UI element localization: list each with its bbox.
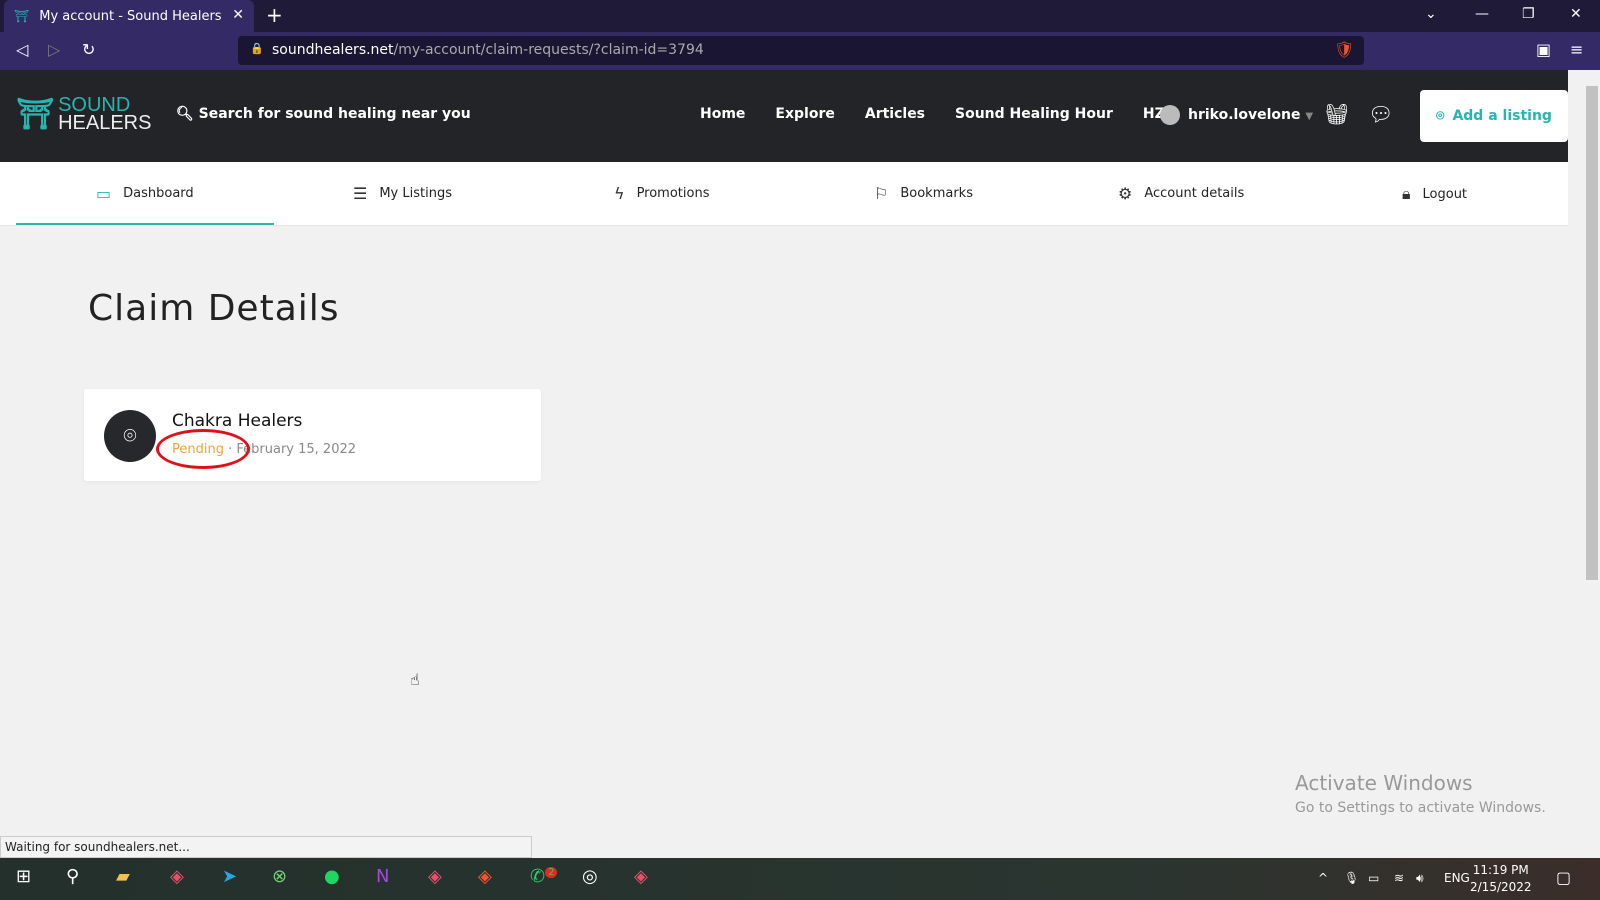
- user-menu[interactable]: hriko.lovelone ▼: [1160, 105, 1313, 125]
- brave-shield-icon[interactable]: 🛡: [1334, 40, 1354, 59]
- map-pin-icon: ⌾: [104, 410, 156, 462]
- file-explorer-icon[interactable]: ▰: [116, 866, 130, 887]
- status-bar: Waiting for soundhealers.net...: [0, 836, 532, 858]
- browser-menu-icon[interactable]: ≡: [1570, 40, 1583, 59]
- windows-start-icon[interactable]: ⊞: [16, 866, 31, 887]
- whatsapp-icon[interactable]: ✆ 2: [530, 866, 558, 887]
- minimize-button[interactable]: —: [1475, 6, 1489, 22]
- site-logo[interactable]: ⛩ SOUND HEALERS: [16, 95, 152, 134]
- browser-tab-bar: ⛩ My account - Sound Healers ✕ + ⌄ — ❐ ✕: [0, 0, 1600, 32]
- back-icon[interactable]: ◁: [16, 40, 28, 59]
- tab-label: Promotions: [636, 186, 710, 201]
- tab-logout[interactable]: 🔒︎ Logout: [1402, 184, 1467, 204]
- add-listing-button[interactable]: ⌾ Add a listing: [1420, 90, 1568, 142]
- new-tab-button[interactable]: +: [266, 3, 283, 27]
- scrollbar[interactable]: [1584, 70, 1600, 858]
- active-tab-indicator: [16, 223, 274, 225]
- search-icon: 🔍︎: [176, 106, 194, 122]
- volume-icon[interactable]: 🔊︎: [1416, 871, 1424, 886]
- search-icon[interactable]: ⚲: [66, 866, 79, 887]
- menu-sound-healing-hour[interactable]: Sound Healing Hour: [955, 106, 1113, 122]
- tab-label: Account details: [1144, 186, 1245, 201]
- laptop-icon: ▭: [96, 184, 112, 203]
- url-path: /my-account/claim-requests/?claim-id=379…: [393, 42, 704, 58]
- brave-icon[interactable]: ◈: [634, 866, 648, 887]
- clock-date: 2/15/2022: [1470, 880, 1532, 894]
- microphone-icon[interactable]: 🎙︎: [1344, 871, 1359, 885]
- taskbar: ⊞ ⚲ ▰ ◈ ➤ ⊗ ● N ◈ ◈ ✆ 2 ◎ ◈ ^ 🎙︎ ▭ ≋ 🔊︎ E…: [0, 858, 1600, 900]
- tab-bookmarks[interactable]: ⚐ Bookmarks: [874, 184, 973, 203]
- account-nav: ▭ Dashboard ☰ My Listings ϟ Promotions ⚐ Boo…: [0, 162, 1568, 226]
- xbox-icon[interactable]: ⊗: [272, 866, 287, 887]
- username: hriko.lovelone: [1188, 107, 1301, 123]
- notification-badge: 2: [545, 867, 558, 878]
- search-placeholder: Search for sound healing near you: [198, 106, 471, 122]
- cart-icon[interactable]: 🧺︎: [1324, 102, 1349, 126]
- chevron-down-icon: ▼: [1305, 111, 1314, 122]
- tab-account-details[interactable]: ⚙ Account details: [1118, 184, 1244, 203]
- onenote-icon[interactable]: N: [376, 866, 389, 887]
- tab-label: Logout: [1422, 186, 1468, 202]
- avatar: [1160, 105, 1180, 125]
- page-title: Claim Details: [88, 288, 340, 329]
- close-window-button[interactable]: ✕: [1570, 6, 1582, 22]
- tab-label: My Listings: [379, 186, 452, 201]
- brave-icon[interactable]: ◈: [428, 866, 442, 887]
- address-bar-row: ◁ ▷ ↻ 🔒 soundhealers.net/my-account/claim…: [0, 32, 1600, 70]
- activate-windows-title: Activate Windows: [1295, 771, 1473, 795]
- notifications-icon[interactable]: ▢: [1556, 868, 1571, 887]
- claim-card[interactable]: ⌾ Chakra Healers Pending · February 15, …: [84, 389, 541, 481]
- scrollbar-thumb[interactable]: [1586, 86, 1598, 580]
- site-favicon-icon: ⛩: [14, 9, 30, 23]
- brave-active-icon[interactable]: ◈: [478, 866, 492, 887]
- clock-time: 11:19 PM: [1472, 863, 1529, 877]
- browser-tab[interactable]: ⛩ My account - Sound Healers ✕: [4, 0, 254, 32]
- messages-icon[interactable]: 💬︎: [1368, 102, 1393, 126]
- spotify-icon[interactable]: ●: [324, 866, 340, 887]
- wallet-icon[interactable]: ▣: [1536, 40, 1551, 59]
- obs-icon[interactable]: ◎: [582, 866, 598, 887]
- chevron-up-icon[interactable]: ^: [1318, 871, 1328, 885]
- annotation-circle: [156, 429, 250, 469]
- reload-icon[interactable]: ↻: [82, 40, 95, 59]
- url-input[interactable]: 🔒 soundhealers.net/my-account/claim-reque…: [238, 36, 1364, 65]
- wifi-icon[interactable]: ≋: [1394, 871, 1404, 885]
- bolt-icon: ϟ: [614, 184, 625, 203]
- list-icon: ☰: [353, 184, 368, 203]
- hand-cursor-icon: ☝: [410, 670, 420, 689]
- tab-promotions[interactable]: ϟ Promotions: [614, 184, 709, 203]
- claim-listing-name[interactable]: Chakra Healers: [172, 411, 302, 431]
- claim-date: February 15, 2022: [236, 442, 357, 457]
- tab-label: Bookmarks: [900, 186, 973, 201]
- url-host: soundhealers.net: [272, 42, 394, 58]
- menu-articles[interactable]: Articles: [865, 106, 925, 122]
- brave-icon[interactable]: ◈: [170, 866, 184, 887]
- add-listing-label: Add a listing: [1452, 108, 1552, 124]
- tab-label: Dashboard: [123, 186, 194, 201]
- maximize-button[interactable]: ❐: [1522, 6, 1535, 22]
- lock-icon: 🔒: [250, 42, 264, 55]
- site-header: ⛩ SOUND HEALERS 🔍︎ Search for sound healin…: [0, 70, 1568, 162]
- site-search[interactable]: 🔍︎ Search for sound healing near you: [176, 106, 471, 122]
- tab-list-icon[interactable]: ⌄: [1425, 6, 1437, 22]
- telegram-icon[interactable]: ➤: [222, 866, 237, 887]
- torii-logo-icon: ⛩: [16, 96, 55, 132]
- menu-explore[interactable]: Explore: [775, 106, 834, 122]
- clock[interactable]: 11:19 PM 2/15/2022: [1470, 862, 1532, 896]
- tab-my-listings[interactable]: ☰ My Listings: [353, 184, 452, 203]
- menu-home[interactable]: Home: [700, 106, 745, 122]
- activate-windows-subtitle: Go to Settings to activate Windows.: [1295, 800, 1546, 816]
- close-tab-icon[interactable]: ✕: [232, 7, 244, 23]
- language-indicator[interactable]: ENG: [1444, 871, 1470, 885]
- tab-title: My account - Sound Healers: [39, 8, 222, 24]
- tab-dashboard[interactable]: ▭ Dashboard: [96, 184, 194, 203]
- map-pin-icon: ⌾: [1436, 108, 1445, 124]
- settings-icon: ⚙: [1118, 184, 1133, 203]
- lock-icon: 🔒︎: [1402, 184, 1411, 203]
- logo-line2: HEALERS: [58, 112, 152, 134]
- bookmark-icon: ⚐: [874, 184, 889, 203]
- battery-icon[interactable]: ▭: [1368, 871, 1379, 885]
- forward-icon[interactable]: ▷: [48, 40, 60, 59]
- main-menu: Home Explore Articles Sound Healing Hour…: [700, 106, 1175, 122]
